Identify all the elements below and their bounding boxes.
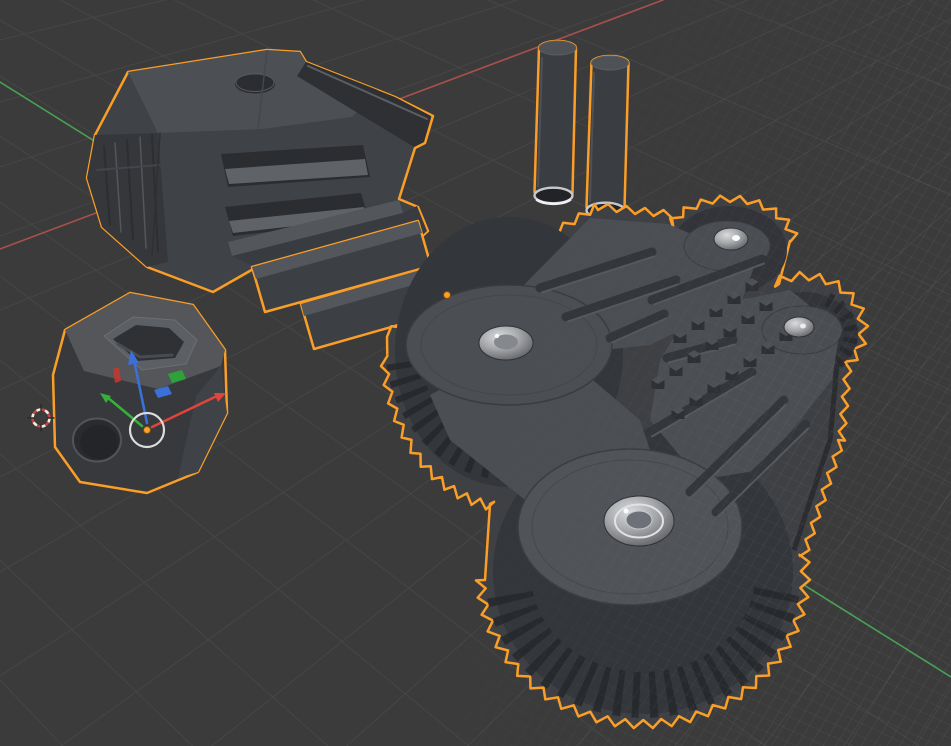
- sprocket1-hub[interactable]: [713, 227, 749, 251]
- blender-3d-viewport[interactable]: [0, 0, 951, 746]
- object-origin-dot[interactable]: [443, 291, 451, 299]
- track-assembly[interactable]: [379, 194, 870, 730]
- gizmo-center-dot[interactable]: [143, 426, 151, 434]
- pin-cylinder-2[interactable]: [585, 54, 630, 221]
- hull-top-hole[interactable]: [235, 74, 275, 94]
- cursor-3d: [27, 404, 55, 432]
- cylinder-top-cap[interactable]: [538, 40, 577, 56]
- pin-cylinder-1[interactable]: [533, 39, 578, 206]
- cylinder-top-cap[interactable]: [591, 55, 629, 71]
- scene-svg: [0, 0, 951, 746]
- sprocket2-hub[interactable]: [783, 316, 815, 338]
